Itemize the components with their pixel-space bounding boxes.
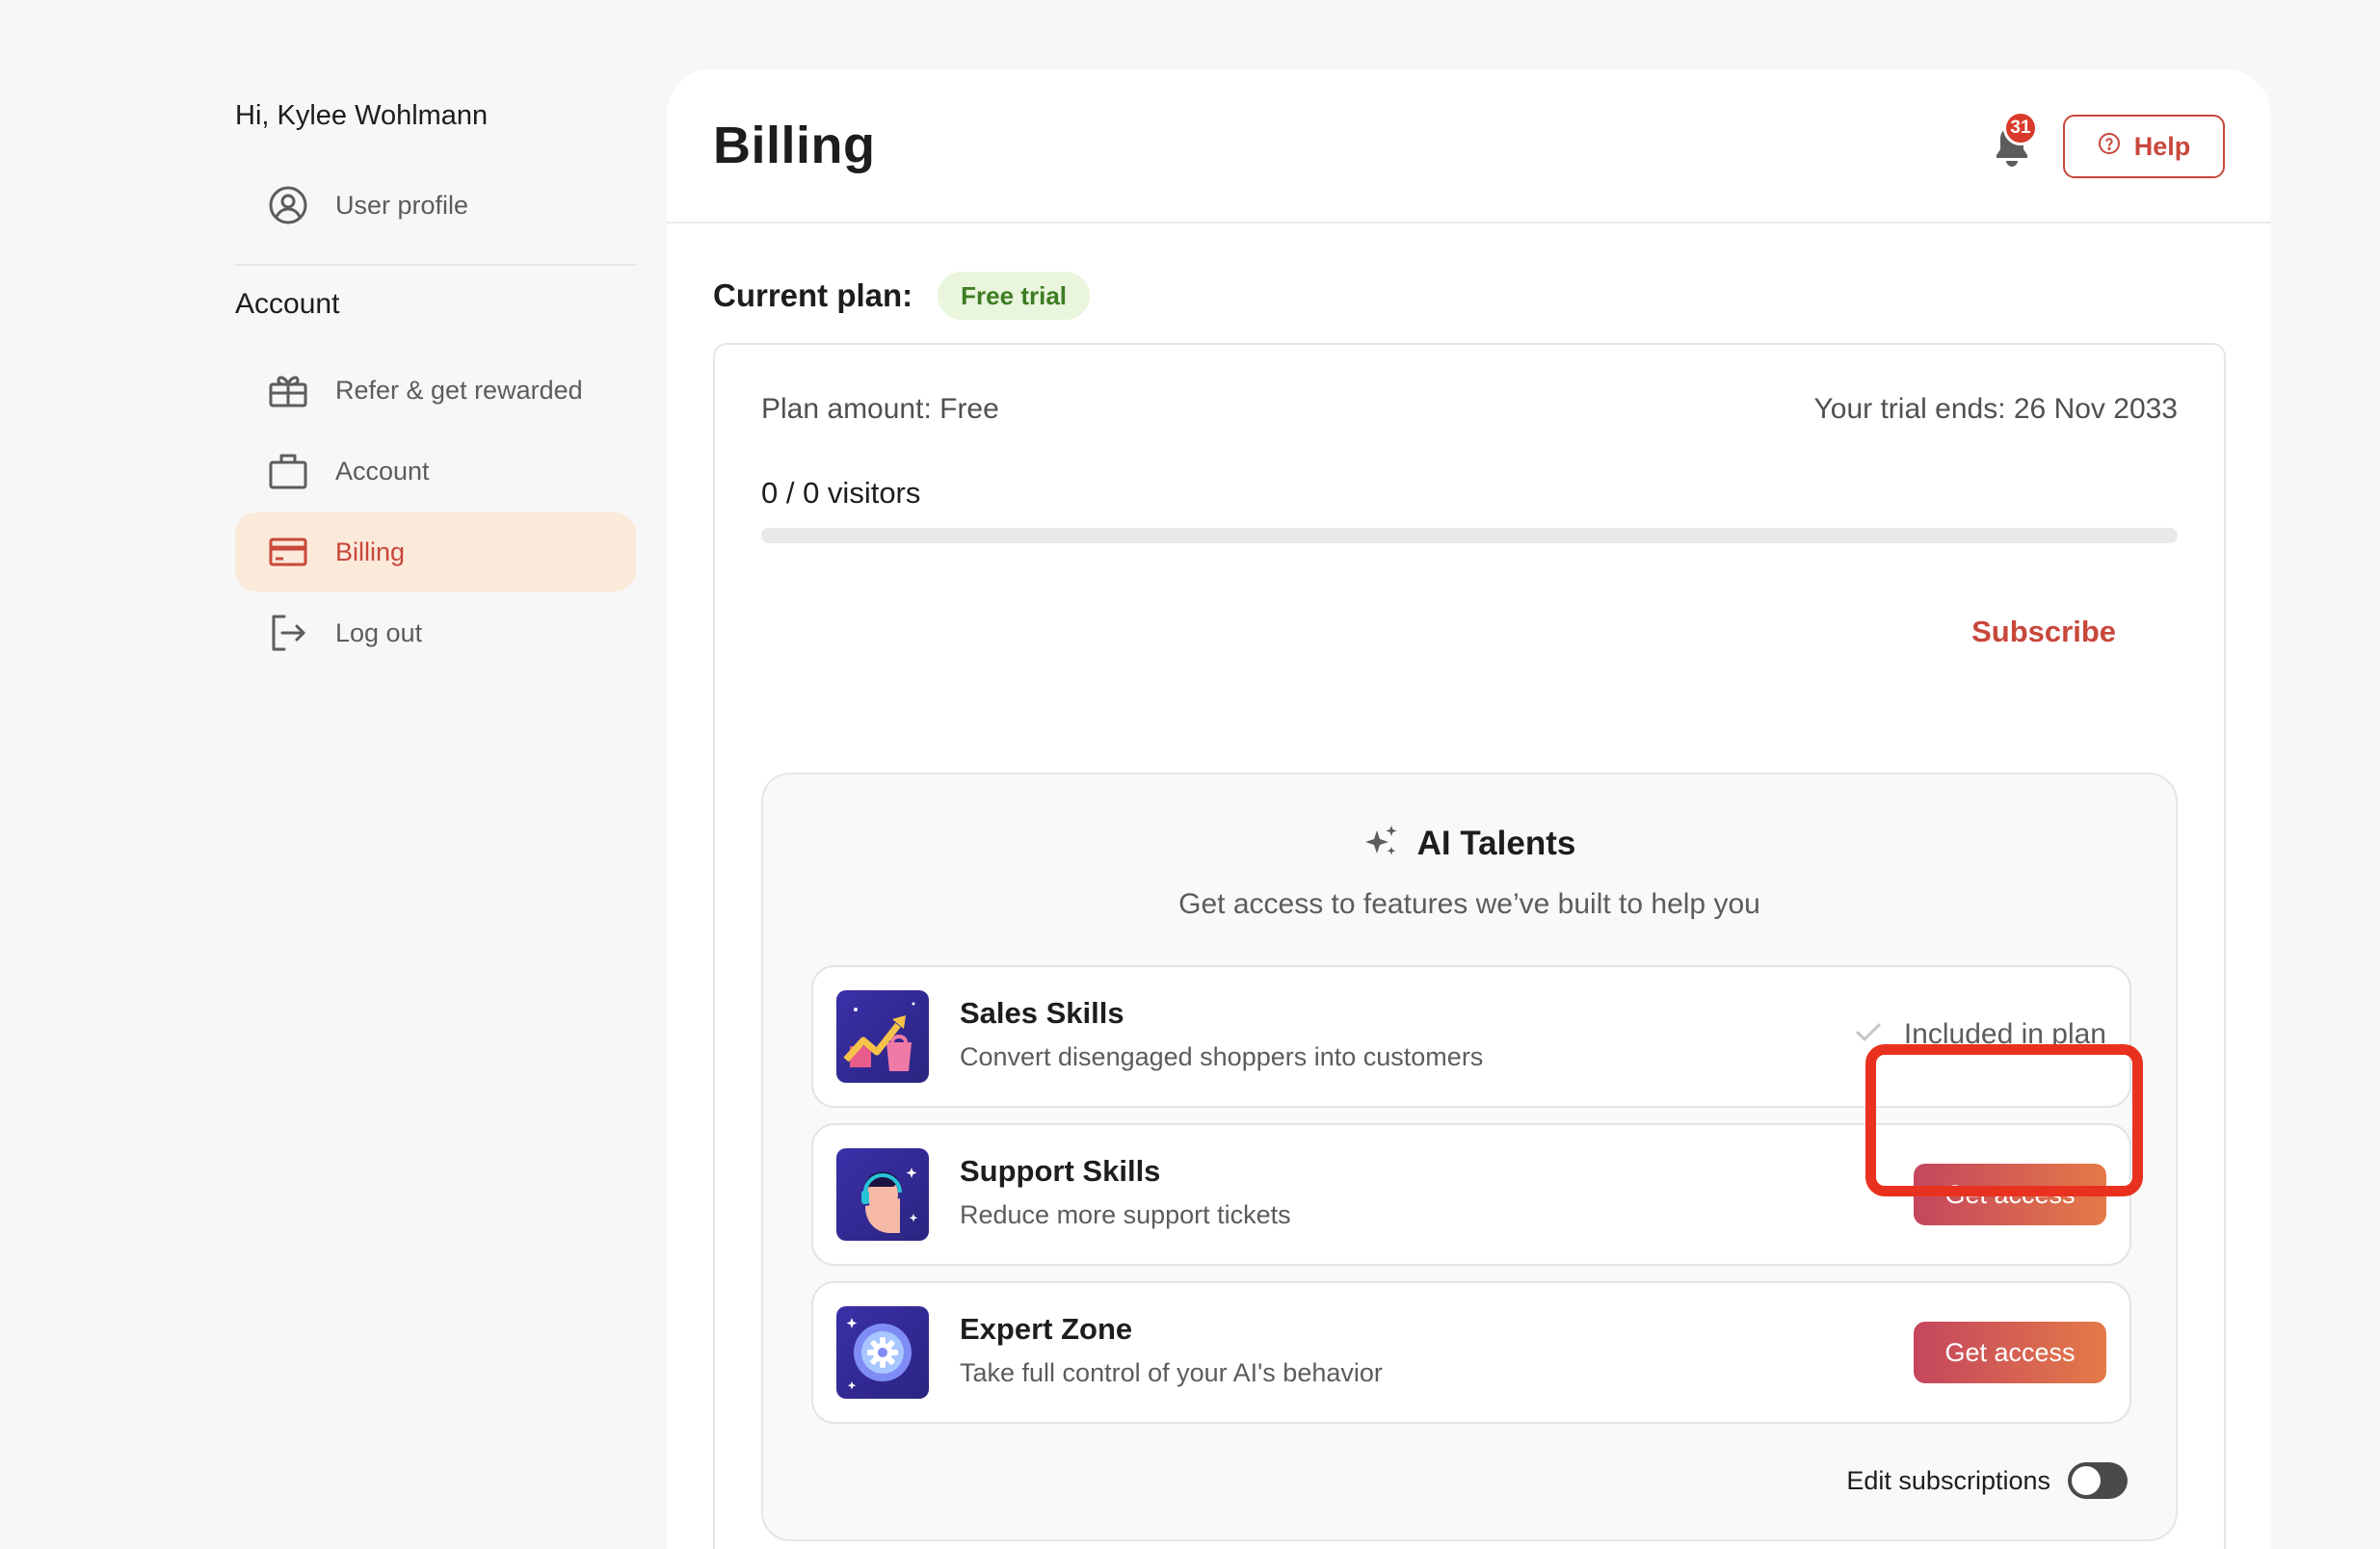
gift-icon [268,370,308,410]
plan-status-badge: Free trial [938,272,1090,320]
page-title: Billing [713,117,876,174]
page-header: Billing 31 Help [667,69,2270,223]
skill-row-support: Support Skills Reduce more support ticke… [811,1123,2131,1266]
sidebar-section-title: Account [235,288,340,320]
main-panel: Billing 31 Help Current plan: Free trial… [667,69,2270,1549]
notification-count-badge: 31 [2003,111,2038,145]
sidebar-item-label: Refer & get rewarded [335,375,583,405]
ai-talents-title: AI Talents [1416,824,1576,862]
sidebar-item-label: Billing [335,537,406,566]
included-status: Included in plan [1854,1017,2106,1051]
sidebar-item-logout[interactable]: Log out [235,593,636,672]
credit-card-icon [268,532,308,572]
support-skills-illustration-icon [836,1148,929,1241]
ai-talents-subtitle: Get access to features we’ve built to he… [1178,888,1760,920]
user-circle-icon [268,185,308,225]
greeting: Hi, Kylee Wohlmann [235,100,489,131]
included-label: Included in plan [1903,1017,2106,1050]
skill-name: Expert Zone [960,1312,1133,1346]
help-circle-icon [2098,132,2121,162]
sidebar-item-label: User profile [335,190,469,220]
plan-amount: Plan amount: Free [761,393,999,425]
briefcase-icon [268,451,308,491]
sidebar-item-label: Log out [335,617,423,647]
trial-end-date: Your trial ends: 26 Nov 2033 [1813,393,2178,425]
toggle-knob [2072,1466,2101,1495]
skill-row-expert: Expert Zone Take full control of your AI… [811,1281,2131,1424]
plan-card: Plan amount: Free Your trial ends: 26 No… [713,343,2226,1549]
ai-talents-heading: AI Talents [763,823,2176,864]
skill-name: Sales Skills [960,996,1124,1030]
subscribe-link[interactable]: Subscribe [1971,615,2116,649]
sidebar-item-user-profile[interactable]: User profile [235,166,636,245]
skill-row-sales: Sales Skills Convert disengaged shoppers… [811,965,2131,1108]
skill-name: Support Skills [960,1154,1161,1188]
skill-description: Take full control of your AI's behavior [960,1358,1383,1387]
check-icon [1854,1017,1883,1051]
visitor-count: 0 / 0 visitors [761,476,921,510]
skill-description: Convert disengaged shoppers into custome… [960,1042,1484,1071]
visitor-progress-bar [761,528,2178,543]
sidebar-item-label: Account [335,456,430,486]
get-access-button-expert[interactable]: Get access [1914,1322,2106,1383]
edit-subscriptions-toggle[interactable] [2068,1462,2128,1499]
edit-subscriptions-label: Edit subscriptions [1846,1465,2050,1495]
sidebar-divider [235,264,636,266]
expert-zone-illustration-icon [836,1306,929,1399]
ai-talents-panel: AI Talents Get access to features we’ve … [761,773,2178,1541]
edit-subscriptions-row: Edit subscriptions [1846,1462,2128,1499]
get-access-button-support[interactable]: Get access [1914,1164,2106,1225]
current-plan-row: Current plan: Free trial [713,272,1090,320]
current-plan-label: Current plan: [713,277,913,313]
sales-skills-illustration-icon [836,990,929,1083]
sidebar-item-refer[interactable]: Refer & get rewarded [235,351,636,430]
sidebar-item-account[interactable]: Account [235,432,636,511]
sparkle-icon [1363,823,1400,864]
logout-icon [268,613,308,653]
help-label: Help [2133,131,2191,161]
help-button[interactable]: Help [2063,115,2225,178]
skill-description: Reduce more support tickets [960,1200,1291,1229]
sidebar-item-billing[interactable]: Billing [235,512,636,591]
